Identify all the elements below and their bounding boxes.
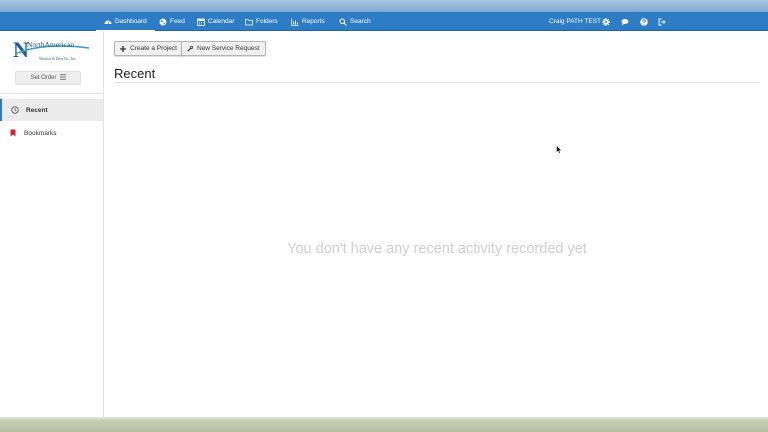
- empty-state-message: You don't have any recent activity recor…: [287, 241, 587, 257]
- create-project-button[interactable]: Create a Project: [114, 41, 183, 56]
- nav-folders[interactable]: Folders: [245, 12, 278, 31]
- search-icon: [339, 18, 347, 26]
- wrench-icon: [187, 45, 193, 52]
- window-top-strip: [0, 0, 768, 12]
- new-service-request-label: New Service Request: [197, 45, 260, 52]
- nav-folders-label: Folders: [256, 18, 278, 25]
- dashboard-icon: [104, 18, 112, 26]
- messages-button[interactable]: [621, 12, 629, 31]
- settings-button[interactable]: [602, 12, 610, 31]
- clock-icon: [11, 106, 19, 114]
- bookmark-icon: [9, 129, 17, 137]
- sidebar-divider: [0, 93, 103, 94]
- chat-bubble-icon: [621, 18, 629, 26]
- nav-calendar-label: Calendar: [208, 18, 235, 25]
- nav-feed-label: Feed: [170, 18, 185, 25]
- gear-icon: [602, 17, 610, 26]
- user-menu[interactable]: Craig PATH TEST: [549, 12, 601, 31]
- mouse-cursor-icon: [556, 145, 562, 154]
- bar-chart-icon: [291, 18, 299, 26]
- nav-reports[interactable]: Reports: [291, 12, 325, 31]
- nav-feed[interactable]: Feed: [159, 12, 185, 31]
- top-navbar: Dashboard Feed Calendar Folders Reports …: [0, 12, 768, 32]
- logo-line1: NorthAmerican: [27, 40, 74, 49]
- nav-dashboard-label: Dashboard: [115, 18, 147, 25]
- sidebar-item-bookmarks[interactable]: Bookmarks: [0, 122, 103, 144]
- help-button[interactable]: [640, 12, 648, 31]
- logo-line2: Window & Door Co., Inc.: [39, 57, 77, 62]
- user-name: Craig PATH TEST: [549, 18, 602, 25]
- sign-out-icon: [658, 18, 666, 26]
- title-divider: [114, 82, 760, 83]
- nav-calendar[interactable]: Calendar: [197, 12, 234, 31]
- calendar-icon: [197, 18, 205, 26]
- sidebar-item-bookmarks-label: Bookmarks: [24, 129, 57, 137]
- globe-icon: [159, 18, 167, 26]
- page-title: Recent: [114, 66, 156, 81]
- set-order-button[interactable]: Set Order: [15, 71, 81, 85]
- sidebar: N NorthAmerican Window & Door Co., Inc. …: [0, 31, 104, 417]
- sidebar-item-recent[interactable]: Recent: [0, 99, 103, 121]
- desktop-bottom-strip: [0, 417, 768, 432]
- company-logo[interactable]: N NorthAmerican Window & Door Co., Inc.: [13, 37, 90, 62]
- nav-search-label: Search: [350, 18, 371, 25]
- nav-dashboard[interactable]: Dashboard: [96, 12, 155, 32]
- logout-button[interactable]: [658, 12, 666, 31]
- nav-search[interactable]: Search: [339, 12, 371, 31]
- plus-icon: [120, 45, 126, 52]
- sidebar-item-recent-label: Recent: [26, 106, 48, 114]
- new-service-request-button[interactable]: New Service Request: [181, 41, 266, 56]
- nav-reports-label: Reports: [302, 18, 325, 25]
- question-circle-icon: [640, 17, 648, 26]
- folder-icon: [245, 18, 253, 26]
- set-order-label: Set Order: [30, 75, 57, 81]
- create-project-label: Create a Project: [130, 45, 177, 52]
- list-icon: [59, 74, 66, 82]
